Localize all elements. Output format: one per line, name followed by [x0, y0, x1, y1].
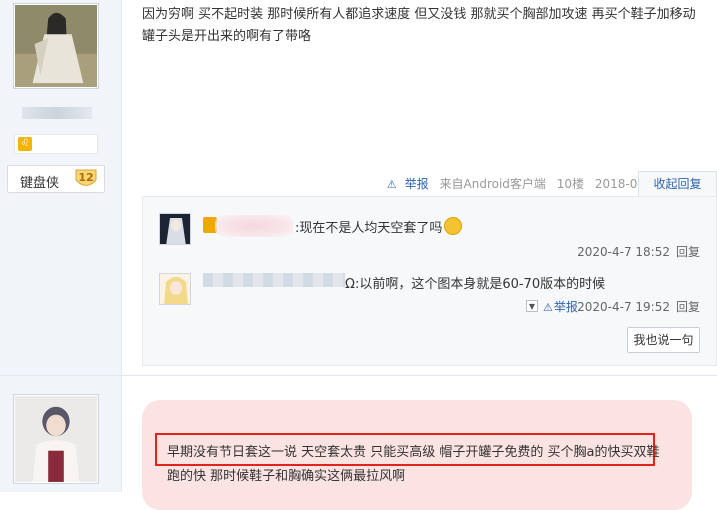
- subreply-avatar-2[interactable]: [159, 273, 191, 305]
- avatar-image: [160, 214, 190, 244]
- avatar-image: [15, 5, 97, 87]
- smile-emoji-icon: [444, 217, 463, 235]
- subreply-time-1: 2020-4-7 18:52: [577, 245, 670, 259]
- zodiac-badge: ♌: [14, 134, 98, 154]
- avatar-image: [160, 274, 190, 304]
- subreply-report-link[interactable]: ⚠举报: [543, 298, 578, 315]
- leo-icon: ♌: [18, 137, 32, 151]
- subreply-username-blurred-2[interactable]: [203, 273, 345, 287]
- rank-label: 键盘侠: [20, 176, 60, 191]
- username-blurred[interactable]: [22, 107, 92, 119]
- report-link[interactable]: ⚠ 举报: [380, 177, 429, 191]
- client-source: 来自Android客户端: [439, 177, 546, 191]
- user-sidebar: ♌ 键盘侠 12: [0, 0, 122, 492]
- subreply-name-suffix: Ω: [345, 277, 355, 292]
- add-comment-button[interactable]: 我也说一句: [627, 327, 700, 353]
- collapse-reply-button[interactable]: 收起回复: [638, 171, 717, 197]
- subreply-avatar-1[interactable]: [159, 213, 191, 245]
- floor-number: 10楼: [556, 177, 585, 191]
- rank-level: 12: [78, 171, 94, 184]
- user-avatar-2[interactable]: [13, 394, 99, 484]
- user-avatar-1[interactable]: [13, 3, 99, 89]
- report-label: 举报: [404, 177, 429, 191]
- subreply-meta-1: 2020-4-7 18:52 回复: [577, 243, 700, 260]
- subreply-time-2: 2020-4-7 19:52: [577, 300, 670, 314]
- subreply-username-blurred[interactable]: [215, 215, 293, 237]
- subreply-meta-2: 2020-4-7 19:52 回复: [577, 298, 700, 315]
- subreply-reply-button-2[interactable]: 回复: [676, 300, 700, 314]
- subreply-text-1: :现在不是人均天空套了吗: [295, 217, 463, 236]
- level-shield-icon: 12: [75, 169, 97, 189]
- subreply-text-2: Ω:以前啊，这个图本身就是60-70版本的时候: [345, 277, 606, 292]
- chevron-down-icon[interactable]: ▼: [526, 300, 538, 312]
- post-content-2: 早期没有节日套这一说 天空套太贵 只能买高级 帽子开罐子免费的 买个胸a的快买双…: [167, 445, 660, 484]
- subreply-box: :现在不是人均天空套了吗 2020-4-7 18:52 回复 Ω:以前啊，这个图本…: [142, 196, 717, 366]
- avatar-image: [15, 396, 97, 482]
- rank-badge[interactable]: 键盘侠 12: [7, 165, 105, 193]
- warning-icon: ⚠: [386, 178, 397, 191]
- subreply-reply-button-1[interactable]: 回复: [676, 245, 700, 259]
- post-divider: [0, 375, 717, 376]
- post-content: 因为穷啊 买不起时装 那时候所有人都追求速度 但又没钱 那就买个胸部加攻速 再买…: [142, 7, 696, 44]
- warning-icon: ⚠: [543, 301, 553, 314]
